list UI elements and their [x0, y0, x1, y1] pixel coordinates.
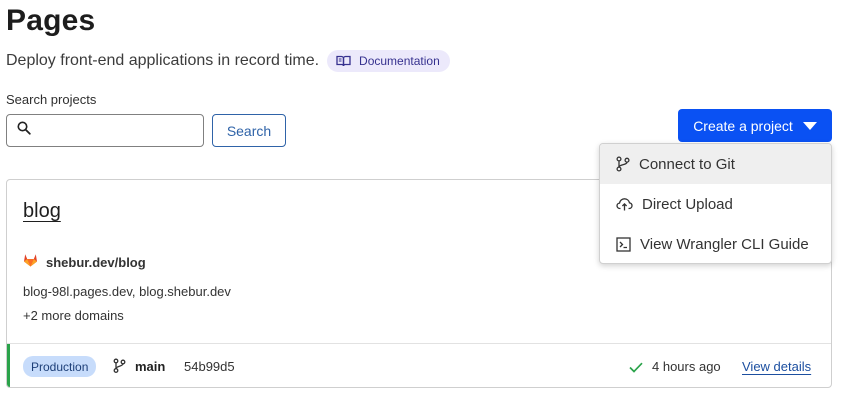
- search-field[interactable]: [6, 114, 204, 147]
- check-icon: [629, 360, 643, 378]
- repo-link[interactable]: shebur.dev/blog: [46, 255, 146, 270]
- project-name-link[interactable]: blog: [23, 200, 61, 223]
- page-title: Pages: [6, 4, 96, 37]
- branch-name: main: [135, 359, 166, 374]
- create-project-menu: Connect to Git Direct Upload View Wrangl…: [599, 143, 832, 264]
- search-input[interactable]: [37, 122, 197, 139]
- page-subtitle: Deploy front-end applications in record …: [6, 52, 320, 69]
- menu-item-label: View Wrangler CLI Guide: [640, 235, 809, 253]
- commit-hash: 54b99d5: [184, 359, 235, 374]
- search-button[interactable]: Search: [212, 114, 286, 147]
- view-details-link[interactable]: View details: [742, 359, 811, 374]
- repo-row: shebur.dev/blog: [23, 253, 146, 272]
- menu-item-direct-upload[interactable]: Direct Upload: [600, 184, 831, 224]
- deployment-row: Production main 54b99d5 4 hours ago View…: [7, 343, 831, 387]
- search-label: Search projects: [6, 92, 97, 107]
- menu-item-label: Direct Upload: [642, 195, 733, 213]
- create-project-button[interactable]: Create a project: [678, 109, 832, 142]
- menu-item-connect-to-git[interactable]: Connect to Git: [600, 144, 831, 184]
- book-icon: [336, 55, 351, 67]
- terminal-icon: [616, 236, 631, 252]
- subtitle-row: Deploy front-end applications in record …: [6, 50, 450, 72]
- environment-badge: Production: [23, 356, 97, 377]
- menu-item-label: Connect to Git: [639, 155, 735, 173]
- cloud-upload-icon: [616, 197, 633, 211]
- project-domains: blog-98l.pages.dev, blog.shebur.dev: [23, 284, 231, 299]
- more-domains: +2 more domains: [23, 308, 124, 323]
- menu-item-wrangler-cli-guide[interactable]: View Wrangler CLI Guide: [600, 224, 831, 263]
- documentation-label: Documentation: [359, 54, 440, 68]
- documentation-link[interactable]: Documentation: [327, 50, 450, 72]
- git-branch-icon: [616, 156, 630, 172]
- search-icon: [17, 121, 31, 140]
- git-branch-icon: [113, 358, 126, 378]
- gitlab-icon: [23, 253, 38, 272]
- deployment-time: 4 hours ago: [652, 359, 721, 374]
- deployment-status-bar: [7, 344, 10, 387]
- create-project-label: Create a project: [693, 117, 793, 134]
- caret-down-icon: [802, 121, 817, 130]
